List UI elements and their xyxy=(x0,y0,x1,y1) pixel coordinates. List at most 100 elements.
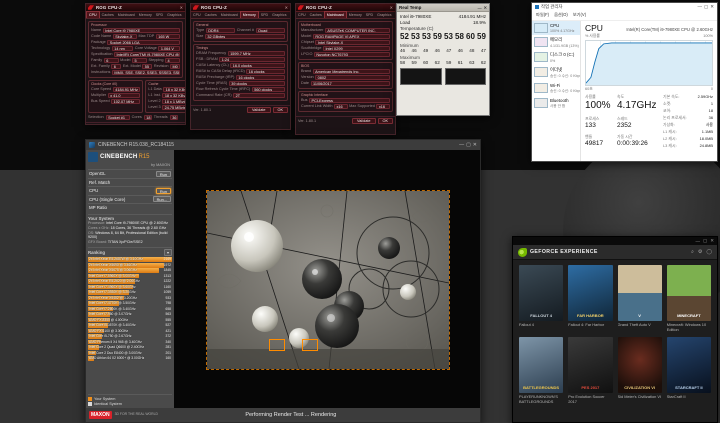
cpuz-tab[interactable]: Mainboard xyxy=(324,11,347,18)
cpuz-window-3: ROG CPU-Z ✕ CPUCachesMainboardMemorySPDG… xyxy=(295,3,396,135)
cpuz-tab[interactable]: Graphics xyxy=(375,12,393,18)
game-cover-art: BATTLEGROUNDS xyxy=(519,337,563,393)
sidebar-item[interactable]: 메모리 4.1/31.9GB (13%) xyxy=(532,35,580,50)
cpuz-tab[interactable]: Caches xyxy=(100,12,116,18)
graphic-interface-group: Graphic Interface BusPCI-Express Current… xyxy=(298,91,393,112)
run-button[interactable]: Run xyxy=(156,171,171,177)
ranking-score: 527 xyxy=(165,323,171,327)
menu-item[interactable]: 옵션(O) xyxy=(554,12,568,18)
field-row: Size32 GBytes xyxy=(196,34,285,39)
core-temperatures: 5253535953586059 xyxy=(400,32,486,41)
cpuz-tab[interactable]: Memory xyxy=(137,12,154,18)
memory-timings-group: Timings DRAM Frequency1599.7 MHz FSB : D… xyxy=(193,44,288,101)
render-canvas xyxy=(174,150,480,408)
cpuz-tab[interactable]: Bench xyxy=(184,12,186,18)
cpuz-tab[interactable]: SPD xyxy=(364,12,375,18)
minimize-icon[interactable]: — xyxy=(459,143,464,147)
minimize-icon[interactable]: — xyxy=(478,6,482,10)
maximize-icon[interactable]: ▢ xyxy=(703,238,707,244)
close-icon[interactable]: ✕ xyxy=(390,6,393,10)
test-row: Ref. Match xyxy=(88,178,172,187)
window-title: 작업 관리자 xyxy=(541,4,562,10)
mini-graph xyxy=(534,67,548,77)
cpuz-tab[interactable]: CPU xyxy=(296,12,308,18)
cpuz-tab[interactable]: SPD xyxy=(154,12,165,18)
legend-swatch xyxy=(88,397,92,401)
cpuz-tab[interactable]: Graphics xyxy=(270,12,288,18)
close-icon[interactable]: ✕ xyxy=(285,6,288,10)
cpuz-tab[interactable]: Bench xyxy=(289,12,291,18)
desktop: ROG CPU-Z ✕ CPUCachesMainboardMemorySPDG… xyxy=(0,0,720,423)
cpuz-tab[interactable]: Caches xyxy=(203,12,219,18)
game-tile[interactable]: STARCRAFT II StarCraft II xyxy=(667,337,711,404)
field-row: Family6 Model5 Stepping4 xyxy=(91,58,180,63)
game-tile[interactable]: BATTLEGROUNDS PLAYERUNKNOWN'S BATTLEGROU… xyxy=(519,337,563,404)
cpuz-tab[interactable]: Mainboard xyxy=(219,12,240,18)
close-icon[interactable]: ✕ xyxy=(180,6,183,10)
menu-item[interactable]: 파일(F) xyxy=(536,12,549,18)
cpuz-tab[interactable]: CPU xyxy=(191,12,203,18)
user-avatar-icon[interactable]: ◯ xyxy=(706,249,712,255)
game-tile[interactable]: FALLOUT 4 Fallout 4 xyxy=(519,265,563,332)
ranking-score: 658 xyxy=(165,307,171,311)
cpuz-tab[interactable]: Graphics xyxy=(165,12,183,18)
game-tile[interactable]: CIVILIZATION VI Sid Meier's Civilization… xyxy=(618,337,662,404)
run-button[interactable]: Run xyxy=(156,188,171,194)
test-row: CPU (Single Core) Run... xyxy=(88,195,172,204)
ranking-cpu-name: Intel Core i5-3570K @ 3.40GHz xyxy=(89,323,136,327)
sidebar-item[interactable]: 디스크 0 (C:) 0% xyxy=(532,50,580,65)
minimize-icon[interactable]: — xyxy=(697,5,702,9)
memory-general-group: General TypeDDR4 Channel #Quad Size32 GB… xyxy=(193,21,288,42)
load-value: 18.9% xyxy=(473,20,486,25)
ranking-cpu-name: 2x Intel Xeon E5-2687W @ 3.10GHz xyxy=(89,257,143,261)
menu-item[interactable]: 보기(V) xyxy=(573,12,586,18)
settings-icon[interactable]: ⚙ xyxy=(698,249,702,255)
cpuz-tab[interactable]: CPU xyxy=(86,11,100,18)
cpuz-tab[interactable]: Caches xyxy=(308,12,324,18)
sidebar-item[interactable]: Bluetooth 사용 안 함 xyxy=(532,96,580,111)
game-title-label: Grand Theft Auto V xyxy=(618,323,662,332)
game-art-title: CIVILIZATION VI xyxy=(623,386,656,393)
maximize-icon[interactable]: ▢ xyxy=(704,5,708,9)
validate-button[interactable]: Validate xyxy=(247,107,270,113)
game-tile[interactable]: V Grand Theft Auto V xyxy=(618,265,662,332)
field-row: L1 Data18 x 32 KBytes xyxy=(148,87,186,92)
field-row: RAS# Precharge (tRP)16 clocks xyxy=(196,75,285,80)
run-button[interactable]: Run... xyxy=(153,196,171,202)
core-temp-value: 52 xyxy=(400,32,409,41)
game-cover-art: FALLOUT 4 xyxy=(519,265,563,321)
cpuz-tab[interactable]: Memory xyxy=(240,11,259,18)
core-temp-value: 59 xyxy=(477,32,486,41)
close-icon[interactable]: ✕ xyxy=(473,143,477,147)
maximize-icon[interactable]: ▢ xyxy=(466,143,471,147)
ok-button[interactable]: OK xyxy=(168,124,184,125)
sidebar-item[interactable]: 이더넷 송신: 0 수신: 0 Kbps xyxy=(532,65,580,81)
sidebar-item[interactable]: CPU 100% 4.17GHz xyxy=(532,21,580,35)
realtemp-titlebar[interactable]: Real Temp — ✕ xyxy=(397,4,489,12)
validate-button[interactable]: Validate xyxy=(352,118,375,124)
close-icon[interactable]: ✕ xyxy=(710,238,714,244)
cpuz-tab[interactable]: Memory xyxy=(347,12,364,18)
validate-button[interactable]: Validate xyxy=(142,124,165,125)
minimize-icon[interactable]: — xyxy=(695,239,700,244)
cpu-stats: 사용률 100% 속도 4.17GHz 프로세스 133 xyxy=(585,94,660,150)
ok-button[interactable]: OK xyxy=(273,107,289,113)
field-row: Row Refresh Cycle Time (tRFC)560 clocks xyxy=(196,87,285,92)
sidebar-item[interactable]: Wi-Fi 송신: 0 수신: 0 Kbps xyxy=(532,81,580,96)
task-manager-titlebar[interactable]: 작업 관리자 — ▢ ✕ xyxy=(532,3,717,11)
ok-button[interactable]: OK xyxy=(378,118,394,124)
cinebench-titlebar[interactable]: CINEBENCH R15.038_RC184115 — ▢ ✕ xyxy=(86,140,480,150)
clocks-group: Clocks (Core #0) Core Speed4184.91 MHz M… xyxy=(88,80,143,113)
game-tile[interactable]: PES 2017 Pro Evolution Soccer 2017 xyxy=(568,337,612,404)
detail-row: 논리 프로세서: 36 xyxy=(663,115,713,121)
socket-select[interactable]: Socket #1 xyxy=(106,115,130,120)
game-tile[interactable]: MINECRAFT Minecraft: Windows 10 Edition xyxy=(667,265,711,332)
ranking-sort-dropdown[interactable]: ▾ xyxy=(164,249,172,256)
search-icon[interactable]: ⌕ xyxy=(691,249,694,255)
close-icon[interactable]: ✕ xyxy=(484,6,487,10)
cpuz-tab[interactable]: SPD xyxy=(259,12,270,18)
game-tile[interactable]: FAR HARBOR Fallout 4: Far Harbor xyxy=(568,265,612,332)
cpuz-tab[interactable]: Mainboard xyxy=(116,12,137,18)
close-icon[interactable]: ✕ xyxy=(710,5,714,9)
ranking-list[interactable]: 2x Intel Xeon E5-2687W @ 3.10GHz 2169 2x… xyxy=(88,257,172,394)
